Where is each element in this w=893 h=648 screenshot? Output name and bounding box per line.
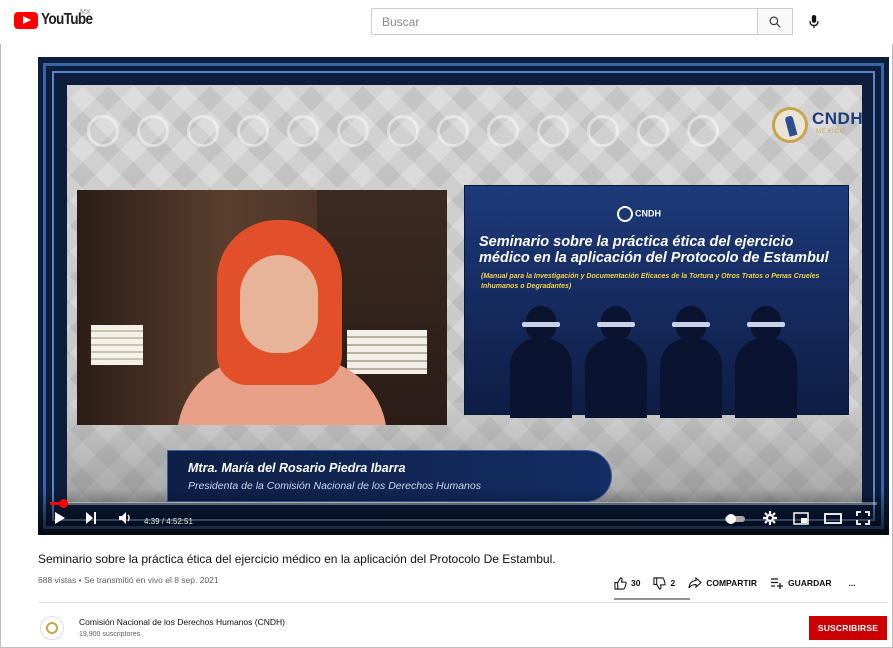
- search-input[interactable]: [372, 9, 757, 34]
- top-bar: YouTube MX: [0, 0, 893, 44]
- search-icon: [769, 15, 781, 28]
- cndh-emblem-icon: [46, 622, 58, 634]
- slide-logo: CNDH: [617, 206, 661, 222]
- autoplay-toggle-icon: [725, 514, 745, 524]
- background-pattern: [87, 115, 737, 155]
- cndh-emblem-icon: [772, 107, 808, 143]
- play-logo-icon: [14, 11, 38, 29]
- thumbs-down-icon: [653, 576, 667, 590]
- speaker-name: Mtra. María del Rosario Piedra Ibarra: [188, 461, 406, 475]
- subscriber-count: 19,900 suscriptores: [79, 631, 141, 638]
- settings-button[interactable]: [763, 511, 777, 529]
- channel-name[interactable]: Comisión Nacional de los Derechos Humano…: [79, 617, 285, 627]
- play-icon: [55, 512, 65, 524]
- youtube-logo[interactable]: YouTube MX: [14, 9, 101, 29]
- dislike-button[interactable]: 2: [653, 576, 676, 590]
- search-box[interactable]: [371, 8, 758, 35]
- player-controls: 4:39 / 4:52:51: [38, 507, 889, 535]
- video-stage: CNDH MÉXICO CNDH Seminario sobre la prác…: [67, 85, 864, 503]
- miniplayer-icon: [793, 512, 809, 525]
- more-label: ...: [848, 578, 856, 588]
- channel-avatar[interactable]: [40, 616, 64, 640]
- miniplayer-button[interactable]: [793, 512, 809, 529]
- gear-icon: [763, 511, 777, 525]
- logo-region: MX: [80, 9, 91, 16]
- like-ratio-bar: [614, 598, 690, 600]
- fullscreen-button[interactable]: [856, 511, 870, 529]
- play-button[interactable]: [54, 511, 66, 529]
- silhouettes-illustration: [510, 296, 810, 418]
- next-icon: [86, 512, 96, 524]
- next-button[interactable]: [85, 511, 97, 529]
- video-meta: 688 vistas • Se transmitió en vivo el 8 …: [38, 575, 219, 585]
- cndh-corner-logo: CNDH MÉXICO: [772, 105, 864, 149]
- subscribe-button[interactable]: SUSCRIBIRSE: [809, 616, 887, 640]
- voice-search-button[interactable]: [800, 8, 827, 35]
- presentation-slide: CNDH Seminario sobre la práctica ética d…: [464, 185, 849, 418]
- video-actions: 30 2 COMPARTIR GUARDAR ...: [614, 575, 869, 591]
- volume-button[interactable]: [118, 511, 132, 529]
- cndh-corner-sub: MÉXICO: [816, 129, 846, 135]
- slide-logo-text: CNDH: [635, 208, 661, 219]
- slide-subtitle: (Manual para la Investigación y Document…: [481, 273, 820, 290]
- theater-mode-icon: [824, 513, 842, 524]
- time-display: 4:39 / 4:52:51: [144, 517, 193, 526]
- slide-title: Seminario sobre la práctica ética del ej…: [479, 234, 829, 266]
- autoplay-toggle[interactable]: [725, 513, 745, 529]
- save-button[interactable]: GUARDAR: [770, 577, 832, 589]
- theater-mode-button[interactable]: [824, 512, 842, 529]
- playlist-add-icon: [771, 578, 784, 589]
- fullscreen-icon: [856, 511, 870, 525]
- microphone-icon: [808, 14, 819, 28]
- save-label: GUARDAR: [788, 578, 832, 588]
- cndh-emblem-icon: [617, 206, 633, 222]
- divider: [38, 602, 888, 603]
- share-label: COMPARTIR: [706, 578, 758, 588]
- video-title: Seminario sobre la práctica ética del ej…: [38, 552, 556, 566]
- speaker-camera-feed: [77, 190, 447, 425]
- search-button[interactable]: [757, 8, 793, 35]
- video-player[interactable]: CNDH MÉXICO CNDH Seminario sobre la prác…: [38, 57, 889, 535]
- volume-icon: [119, 512, 130, 524]
- more-actions-button[interactable]: ...: [849, 578, 856, 588]
- share-button[interactable]: COMPARTIR: [688, 577, 757, 589]
- progress-bar[interactable]: [50, 499, 877, 508]
- dislike-count: 2: [670, 578, 676, 588]
- like-button[interactable]: 30: [614, 576, 641, 590]
- share-icon: [688, 577, 703, 589]
- thumbs-up-icon: [614, 576, 627, 590]
- cndh-corner-text: CNDH: [812, 109, 864, 128]
- like-count: 30: [631, 578, 641, 588]
